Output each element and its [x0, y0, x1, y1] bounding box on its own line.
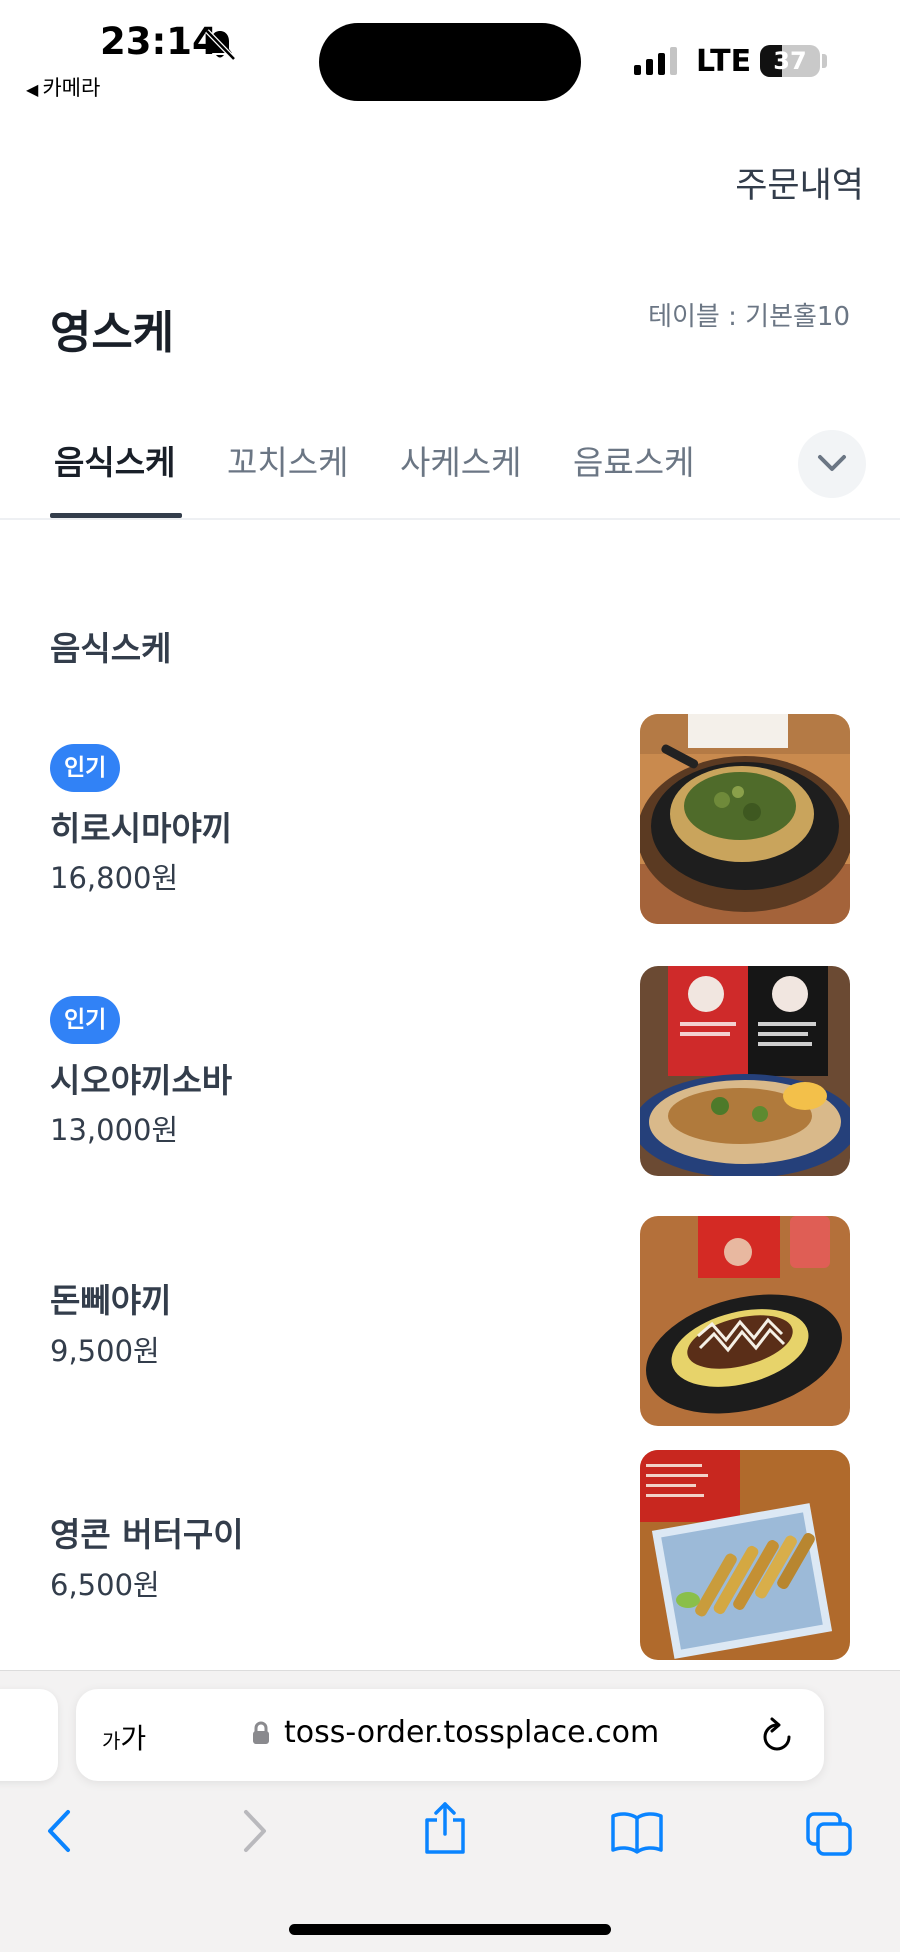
menu-item[interactable]: 인기 시오야끼소바 13,000원	[0, 966, 900, 1176]
share-icon[interactable]	[423, 1800, 467, 1856]
menu-item[interactable]: 인기 히로시마야끼 16,800원	[0, 714, 900, 924]
menu-item[interactable]: 영콘 버터구이 6,500원	[0, 1450, 900, 1660]
food-photo	[640, 966, 850, 1176]
section-title: 음식스케	[50, 629, 172, 668]
menu-item-name: 영콘 버터구이	[50, 1515, 244, 1554]
back-arrow-icon[interactable]	[44, 1808, 74, 1854]
forward-arrow-icon[interactable]	[240, 1808, 270, 1854]
bell-slash-icon	[205, 29, 236, 61]
table-info: 테이블 : 기본홀10	[648, 302, 850, 332]
dynamic-island	[319, 23, 581, 101]
bookmarks-icon[interactable]	[610, 1810, 664, 1854]
menu-item[interactable]: 돈뻬야끼 9,500원	[0, 1216, 900, 1426]
menu-item-name: 히로시마야끼	[50, 809, 233, 848]
battery-cap	[822, 54, 827, 68]
menu-item-name: 돈뻬야끼	[50, 1281, 172, 1320]
menu-item-price: 6,500원	[50, 1568, 160, 1602]
text-size-small-glyph: 가	[102, 1729, 121, 1753]
popular-badge: 인기	[50, 744, 121, 792]
category-tabs: 음식스케 꼬치스케 사케스케 음료스케	[0, 420, 900, 520]
chevron-down-icon	[818, 455, 846, 471]
tab-skewers[interactable]: 꼬치스케	[227, 436, 348, 484]
menu-item-price: 16,800원	[50, 861, 179, 895]
cellular-signal-icon	[634, 47, 677, 75]
food-photo	[640, 1216, 850, 1426]
menu-item-name: 시오야끼소바	[50, 1061, 233, 1100]
menu-item-price: 13,000원	[50, 1113, 179, 1147]
food-photo	[640, 1450, 850, 1660]
status-time: 23:14	[100, 20, 218, 63]
order-history-link[interactable]: 주문내역	[735, 157, 864, 208]
home-indicator	[289, 1924, 611, 1935]
reload-icon[interactable]	[758, 1715, 796, 1755]
store-name: 영스케	[50, 306, 175, 359]
battery-percent: 37	[773, 47, 807, 75]
tab-sake[interactable]: 사케스케	[400, 436, 521, 484]
text-size-large-glyph: 가	[120, 1722, 147, 1755]
text-size-button[interactable]: 가가	[102, 1717, 146, 1757]
network-type: LTE	[696, 44, 752, 79]
food-photo	[640, 714, 850, 924]
tab-drinks[interactable]: 음료스케	[573, 436, 694, 484]
expand-tabs-button[interactable]	[798, 430, 866, 498]
address-bar[interactable]: 가가 toss-order.tossplace.com	[76, 1689, 824, 1781]
previous-tab-card[interactable]	[0, 1689, 58, 1781]
popular-badge: 인기	[50, 996, 121, 1044]
tabs-icon[interactable]	[804, 1810, 854, 1858]
back-triangle-icon: ◀	[26, 80, 39, 99]
active-tab-indicator	[50, 513, 182, 518]
battery-indicator: 37	[760, 45, 820, 77]
back-app-label: 카메라	[42, 76, 101, 100]
lock-icon	[253, 1721, 269, 1744]
back-to-camera-link[interactable]: ◀ 카메라	[26, 72, 100, 102]
status-bar: 23:14 ◀ 카메라 LTE 37	[0, 0, 900, 112]
url-text: toss-order.tossplace.com	[284, 1715, 660, 1750]
tab-food[interactable]: 음식스케	[54, 436, 175, 484]
menu-item-price: 9,500원	[50, 1334, 160, 1368]
